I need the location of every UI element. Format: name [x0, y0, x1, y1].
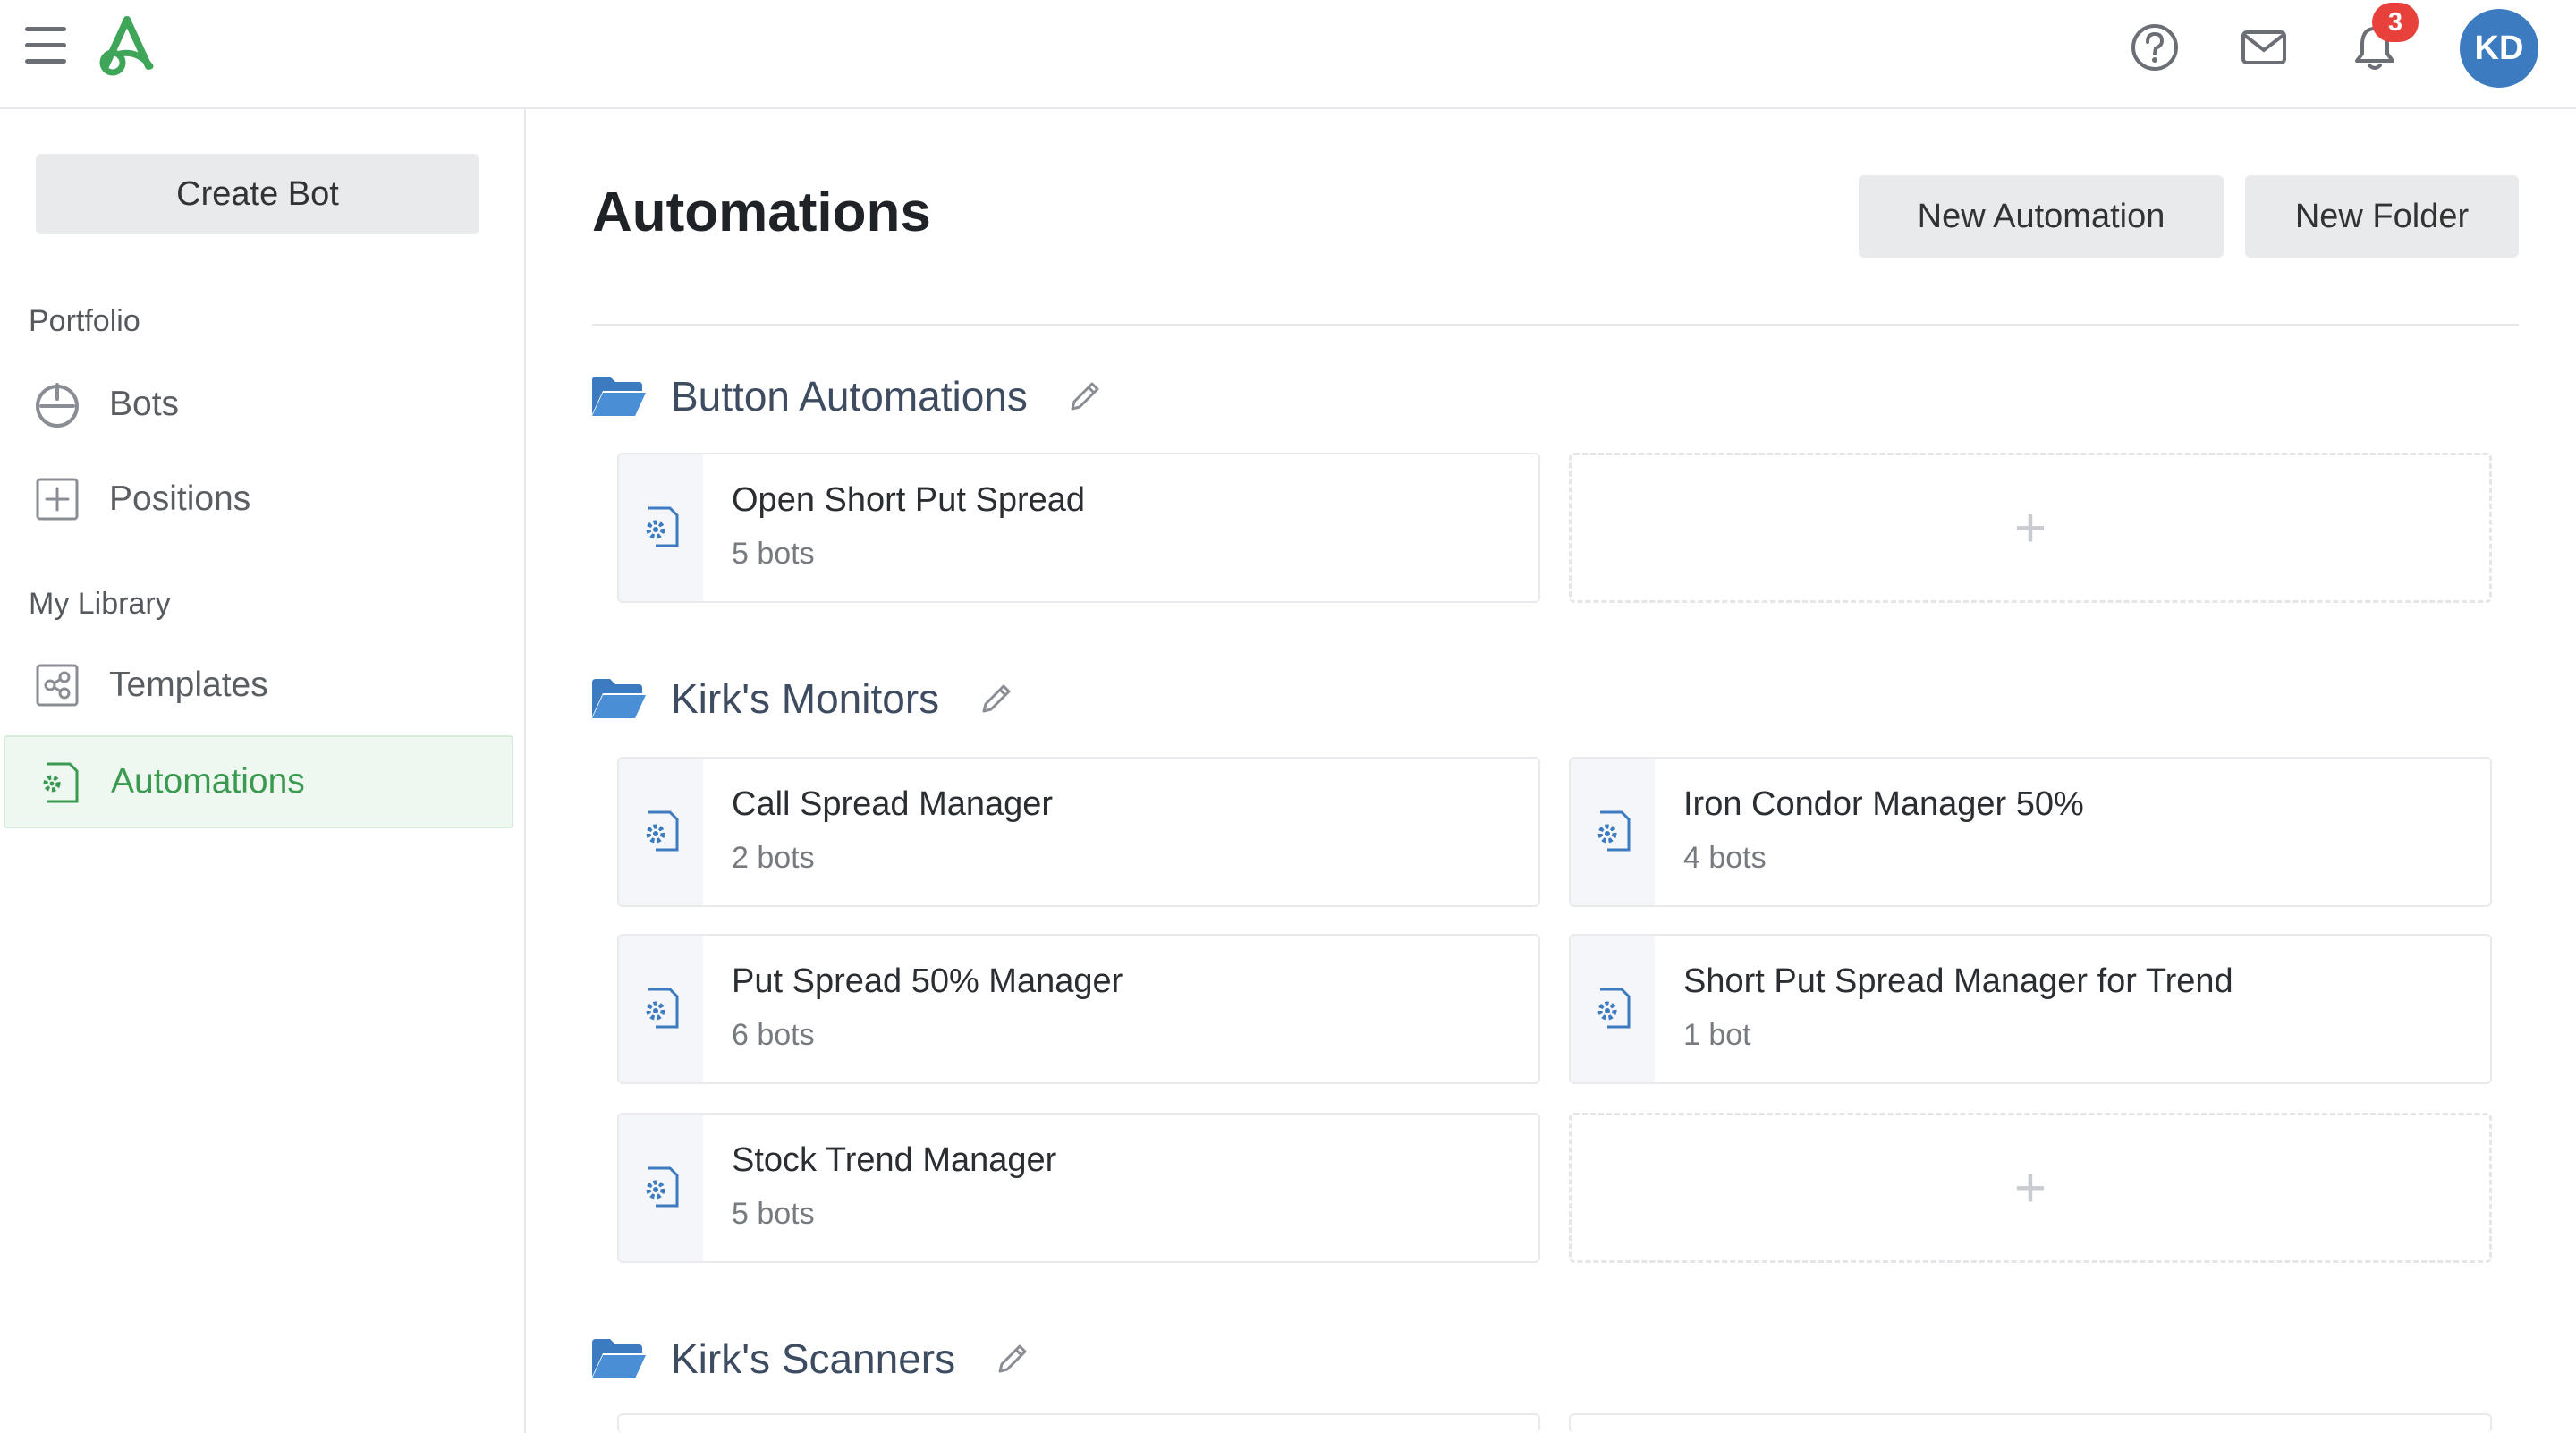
automation-card[interactable]: Call Spread Manager 2 bots: [617, 757, 1540, 907]
automation-icon: [646, 988, 679, 1029]
folder-open-icon: [592, 377, 646, 416]
top-bar: 3 KD: [0, 0, 2576, 109]
automation-bot-count: 2 bots: [732, 841, 815, 875]
automation-bot-count: 6 bots: [732, 1018, 815, 1052]
new-folder-button[interactable]: New Folder: [2245, 175, 2519, 258]
folder-header: Kirk's Monitors: [590, 667, 1016, 730]
automation-card-partial[interactable]: [617, 1413, 1540, 1433]
folder-name: Button Automations: [671, 373, 1028, 420]
share-icon: [32, 660, 82, 710]
folder-open-icon: [592, 679, 646, 718]
notification-badge: 3: [2372, 3, 2419, 42]
sidebar-item-label: Positions: [109, 479, 251, 518]
help-icon[interactable]: [2127, 20, 2182, 75]
user-avatar[interactable]: KD: [2460, 9, 2538, 88]
gear-doc-icon: [34, 757, 84, 807]
automation-bot-count: 5 bots: [732, 537, 815, 571]
automation-title: Open Short Put Spread: [732, 481, 1086, 519]
automation-icon: [646, 506, 679, 547]
hamburger-menu-icon[interactable]: [25, 27, 66, 64]
automation-card[interactable]: Stock Trend Manager 5 bots: [617, 1113, 1540, 1263]
pencil-icon[interactable]: [977, 679, 1016, 718]
plus-icon: +: [2013, 496, 2047, 559]
header-divider: [592, 324, 2519, 326]
sidebar-item-templates[interactable]: Templates: [4, 639, 513, 732]
sidebar-item-label: Templates: [109, 666, 268, 704]
folder-header: Button Automations: [590, 365, 1105, 428]
automation-icon: [646, 810, 679, 852]
my-library-section-label: My Library: [29, 587, 171, 621]
automation-icon: [1597, 988, 1631, 1029]
power-icon: [32, 379, 82, 429]
folder-header: Kirk's Scanners: [590, 1327, 1032, 1390]
automation-bot-count: 5 bots: [732, 1197, 815, 1231]
sidebar-item-label: Automations: [111, 762, 305, 801]
plus-square-icon: [32, 474, 82, 524]
sidebar-item-label: Bots: [109, 385, 180, 423]
mail-icon[interactable]: [2236, 20, 2292, 75]
automation-icon: [1597, 810, 1631, 852]
automation-bot-count: 4 bots: [1683, 841, 1767, 875]
automation-card[interactable]: Short Put Spread Manager for Trend 1 bot: [1569, 934, 2492, 1084]
folder-open-icon: [592, 1339, 646, 1378]
automation-card[interactable]: Put Spread 50% Manager 6 bots: [617, 934, 1540, 1084]
automation-card[interactable]: Iron Condor Manager 50% 4 bots: [1569, 757, 2492, 907]
pencil-icon[interactable]: [993, 1339, 1032, 1378]
automation-title: Put Spread 50% Manager: [732, 962, 1123, 1000]
folder-name: Kirk's Scanners: [671, 1335, 956, 1382]
automation-title: Iron Condor Manager 50%: [1683, 785, 2084, 823]
sidebar-item-bots[interactable]: Bots: [4, 358, 513, 451]
sidebar-item-positions[interactable]: Positions: [4, 453, 513, 546]
automation-title: Call Spread Manager: [732, 785, 1054, 823]
new-automation-button[interactable]: New Automation: [1859, 175, 2224, 258]
portfolio-section-label: Portfolio: [29, 304, 140, 338]
page-title: Automations: [592, 182, 931, 243]
add-automation-card[interactable]: +: [1569, 453, 2492, 603]
automation-bot-count: 1 bot: [1683, 1018, 1751, 1052]
app-logo[interactable]: [93, 14, 161, 77]
automation-card-partial[interactable]: [1569, 1413, 2492, 1433]
automation-title: Short Put Spread Manager for Trend: [1683, 962, 2233, 1000]
create-bot-button[interactable]: Create Bot: [36, 154, 479, 234]
automation-card[interactable]: Open Short Put Spread 5 bots: [617, 453, 1540, 603]
automation-title: Stock Trend Manager: [732, 1141, 1057, 1179]
sidebar-item-automations[interactable]: Automations: [4, 735, 513, 828]
add-automation-card[interactable]: +: [1569, 1113, 2492, 1263]
sidebar: Create Bot Portfolio Bots Positions My L…: [0, 109, 526, 1433]
folder-name: Kirk's Monitors: [671, 675, 940, 722]
pencil-icon[interactable]: [1065, 377, 1105, 416]
plus-icon: +: [2013, 1157, 2047, 1219]
automation-icon: [646, 1166, 679, 1208]
